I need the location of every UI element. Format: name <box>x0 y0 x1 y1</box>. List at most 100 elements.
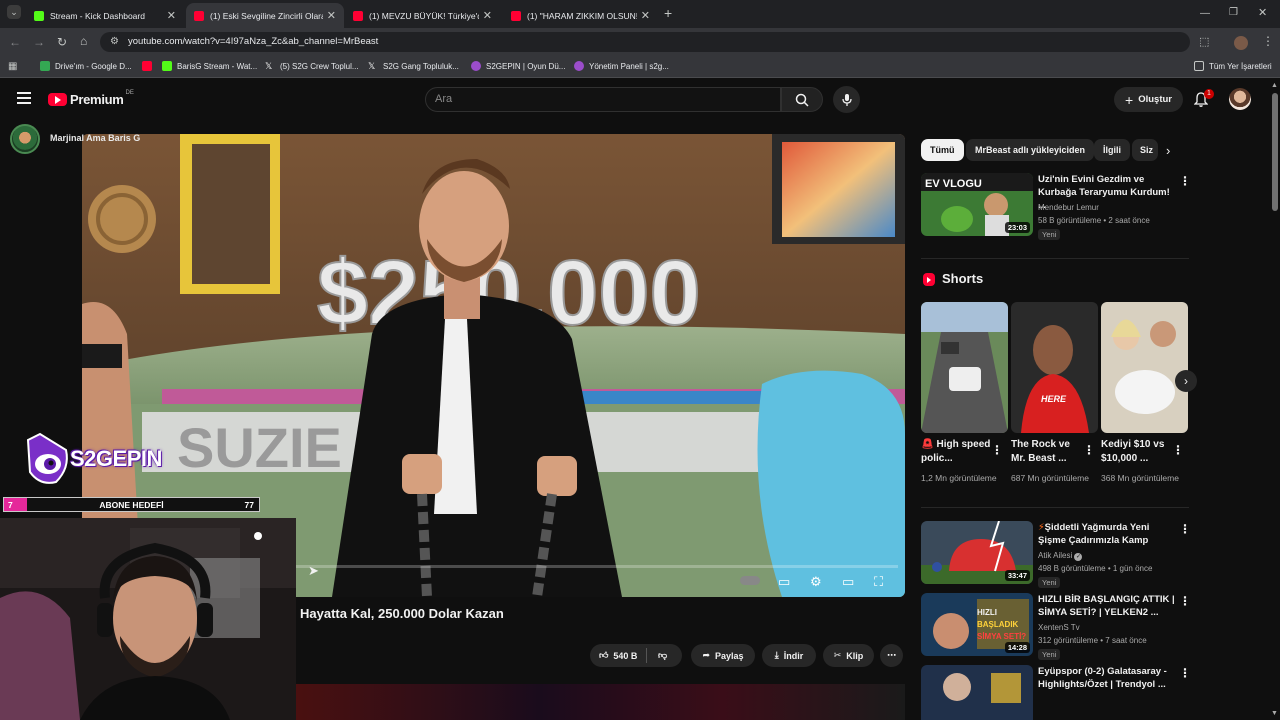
shorts-next-chevron-icon[interactable]: › <box>1175 370 1197 392</box>
all-bookmarks[interactable]: Tüm Yer İşaretleri <box>1194 61 1272 71</box>
download-button[interactable]: ⤓ İndir <box>762 644 816 667</box>
account-avatar[interactable] <box>1229 88 1251 110</box>
forward-icon[interactable]: → <box>33 36 45 48</box>
more-vertical-icon[interactable]: ⋮ <box>1172 444 1184 456</box>
settings-gear-icon[interactable]: ⚙ <box>810 574 822 590</box>
more-vertical-icon[interactable]: ⋮ <box>991 444 1003 456</box>
new-tab-button[interactable]: + <box>664 6 672 20</box>
more-actions-button[interactable]: ⋯ <box>880 644 903 667</box>
close-tab-icon[interactable]: ✕ <box>327 9 336 22</box>
short-title[interactable]: The Rock ve Mr. Beast ... <box>1011 438 1085 466</box>
bookmark-youtube[interactable] <box>142 61 157 71</box>
thumbnail-text: EV VLOGU <box>925 178 982 190</box>
video-thumbnail[interactable]: HIZLI BAŞLADIK SİMYA SETİ? 14:28 <box>921 593 1033 656</box>
close-tab-icon[interactable]: ✕ <box>167 9 176 22</box>
more-vertical-icon[interactable]: ⋮ <box>1179 523 1191 535</box>
new-badge: Yeni <box>1038 649 1061 660</box>
channel-name[interactable]: XentenS Tv <box>1038 623 1080 632</box>
bookmark-s2g-gang[interactable]: 𝕏 S2G Gang Topluluk... <box>368 61 459 71</box>
chrome-menu-icon[interactable]: ⋮ <box>1262 35 1274 47</box>
close-window-icon[interactable]: ✕ <box>1258 7 1267 19</box>
more-vertical-icon[interactable]: ⋮ <box>1179 595 1191 607</box>
create-label: Oluştur <box>1138 94 1172 105</box>
short-title[interactable]: 🚨︎ High speed polic... <box>921 438 995 466</box>
restore-icon[interactable]: ❐ <box>1229 7 1238 19</box>
bookmark-s2g-crew[interactable]: 𝕏 (5) S2G Crew Toplul... <box>265 61 359 71</box>
video-title-link[interactable]: Eyüpspor (0-2) Galatasaray - Highlights/… <box>1038 665 1178 691</box>
minimize-icon[interactable]: — <box>1200 8 1210 20</box>
tab-title: (1) "HARAM ZIKKIM OLSUN!" T <box>527 10 637 21</box>
tab-search-chevron-icon[interactable]: ⌄ <box>7 5 21 19</box>
video-title-text: Şiddetli Yağmurda Yeni Şişme Çadırımızla… <box>1038 522 1150 546</box>
site-info-icon[interactable]: ⚙ <box>110 32 119 52</box>
video-title-link[interactable]: ⚡︎Şiddetli Yağmurda Yeni Şişme Çadırımız… <box>1038 521 1178 547</box>
bookmark-drive[interactable]: Drive'ım - Google D... <box>40 61 132 71</box>
apps-grid-icon[interactable]: ▦ <box>8 61 17 73</box>
home-icon[interactable]: ⌂ <box>80 35 87 47</box>
channel-name[interactable]: Mendebur Lemur <box>1038 203 1099 212</box>
reload-icon[interactable]: ↻ <box>57 36 67 48</box>
share-button[interactable]: ➦ Paylaş <box>691 644 755 667</box>
goal-target: 77 <box>244 500 254 510</box>
svg-text:HERE: HERE <box>1041 394 1067 404</box>
scroll-down-arrow-icon[interactable]: ▼ <box>1271 710 1278 717</box>
video-thumbnail[interactable]: EV VLOGU 23:03 <box>921 173 1033 236</box>
chip-from-mrbeast[interactable]: MrBeast adlı yükleyiciden <box>966 139 1095 161</box>
bookmark-yonetim[interactable]: Yönetim Paneli | s2g... <box>574 61 669 71</box>
create-button[interactable]: + Oluştur <box>1114 87 1183 112</box>
video-thumbnail[interactable]: 33:47 <box>921 521 1033 584</box>
plus-icon: + <box>1125 91 1134 108</box>
thumbs-up-icon: 👍︎ <box>599 650 609 660</box>
bookmark-s2gepin[interactable]: S2GEPIN | Oyun Dü... <box>471 61 565 71</box>
like-button[interactable]: 👍︎ 540 B 👎︎ <box>590 644 682 667</box>
dislike-icon[interactable]: 👎︎ <box>658 650 667 661</box>
channel-name[interactable]: Atik Ailesi ✓ <box>1038 551 1083 561</box>
short-thumbnail[interactable] <box>1101 302 1188 433</box>
profile-icon[interactable] <box>1234 36 1248 50</box>
scroll-up-arrow-icon[interactable]: ▲ <box>1271 82 1278 89</box>
extensions-icon[interactable]: ⬚ <box>1199 36 1209 48</box>
short-thumbnail[interactable]: HERE <box>1011 302 1098 433</box>
chip-related[interactable]: İlgili <box>1094 139 1130 161</box>
theater-mode-icon[interactable]: ▭ <box>842 574 854 590</box>
short-thumbnail[interactable] <box>921 302 1008 433</box>
youtube-icon <box>353 10 363 21</box>
fullscreen-icon[interactable]: ⛶ <box>874 574 883 590</box>
close-tab-icon[interactable]: ✕ <box>641 9 650 22</box>
chip-for-you[interactable]: Siz <box>1132 139 1158 161</box>
more-vertical-icon[interactable]: ⋮ <box>1083 444 1095 456</box>
browser-tab-bar: ⌄ Stream - Kick Dashboard ✕ (1) Eski Sev… <box>0 0 1280 28</box>
video-thumbnail[interactable] <box>921 665 1033 720</box>
youtube-premium-logo[interactable]: Premium DE <box>48 89 134 107</box>
short-title[interactable]: Kediyi $10 vs $10,000 ... <box>1101 438 1175 466</box>
webcam-feed <box>0 518 296 720</box>
video-title-link[interactable]: HIZLI BİR BAŞLANGIÇ ATTIK | SİMYA SETİ? … <box>1038 593 1178 619</box>
download-label: İndir <box>783 650 804 661</box>
new-badge: Yeni <box>1038 229 1061 240</box>
like-count: 540 B <box>613 650 638 661</box>
region-code: DE <box>125 89 134 96</box>
tab-kick-dashboard[interactable]: Stream - Kick Dashboard ✕ <box>26 3 184 28</box>
close-tab-icon[interactable]: ✕ <box>483 9 492 22</box>
more-vertical-icon[interactable]: ⋮ <box>1179 667 1191 679</box>
chip-all[interactable]: Tümü <box>921 139 964 161</box>
clip-button[interactable]: ✂ Klip <box>823 644 874 667</box>
notification-badge: 1 <box>1204 89 1214 99</box>
address-bar[interactable]: ⚙ youtube.com/watch?v=4I97aNza_Zc&ab_cha… <box>100 32 1190 52</box>
tab-youtube-active[interactable]: (1) Eski Sevgiline Zincirli Olarak ✕ <box>186 3 344 28</box>
autoplay-toggle[interactable] <box>740 576 760 585</box>
menu-hamburger-icon[interactable] <box>17 92 31 104</box>
tab-youtube-mevzu[interactable]: (1) MEVZU BÜYÜK! Türkiye'deki ✕ <box>345 3 500 28</box>
search-input[interactable]: Ara <box>425 87 781 112</box>
subtitles-icon[interactable]: ▭ <box>778 574 790 590</box>
voice-search-button[interactable] <box>833 86 860 113</box>
more-vertical-icon[interactable]: ⋮ <box>1179 175 1191 187</box>
back-icon[interactable]: ← <box>9 36 21 48</box>
siren-icon: 🚨︎ <box>921 439 937 450</box>
chips-next-chevron-icon[interactable]: › <box>1166 143 1170 158</box>
tab-youtube-haram[interactable]: (1) "HARAM ZIKKIM OLSUN!" T ✕ <box>503 3 658 28</box>
search-button[interactable] <box>781 87 823 112</box>
bookmark-barisg-stream[interactable]: BarisG Stream - Wat... <box>162 61 257 71</box>
verified-icon: ✓ <box>1074 553 1083 561</box>
scrollbar-thumb[interactable] <box>1272 93 1278 211</box>
